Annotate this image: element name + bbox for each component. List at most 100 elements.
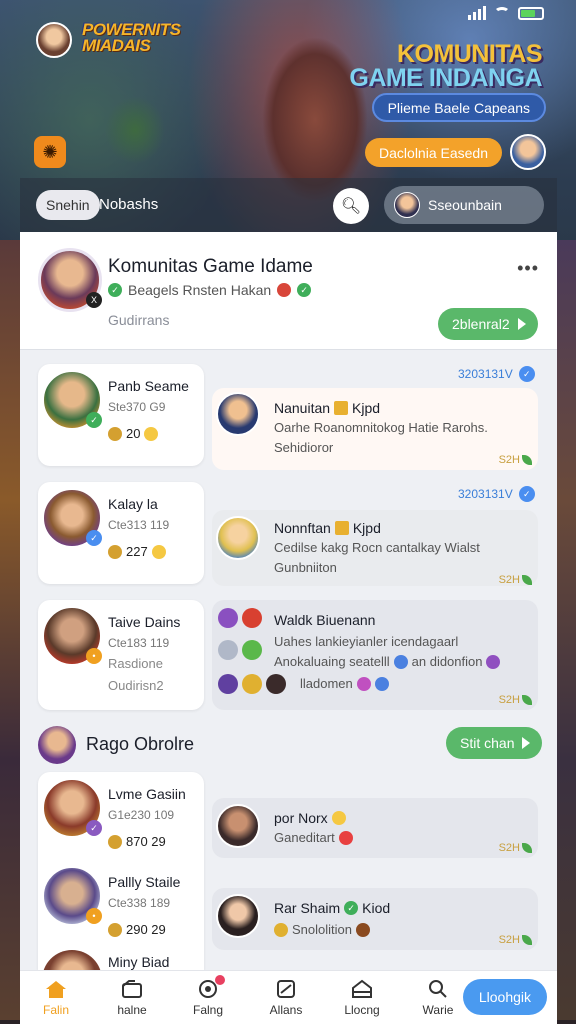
message-tag: Kjpd xyxy=(352,400,381,416)
message-avatar xyxy=(216,516,260,560)
message-body: Uahes lankieyianler icendagaarl Anokalua… xyxy=(274,632,501,672)
message-bubble[interactable]: Rar Shaim ✓ Kiod Snololition S2H xyxy=(212,888,538,950)
fire-icon xyxy=(277,283,292,297)
emoji-icon xyxy=(218,608,238,628)
group-join-button[interactable]: 2blenral2 xyxy=(438,308,538,340)
message-bubble[interactable]: por Norx Ganeditart S2H xyxy=(212,798,538,858)
flame-icon[interactable]: ✺ xyxy=(34,136,66,168)
message-body: Snololition xyxy=(274,920,370,940)
message-title: Nanuitan Kjpd xyxy=(274,400,380,416)
member-card[interactable]: ✓ Kalay la Cte313 119 227 xyxy=(38,482,204,584)
friend-avatar[interactable] xyxy=(510,134,546,170)
globe-icon xyxy=(374,676,389,691)
online-badge-icon: ✓ xyxy=(86,412,102,428)
message-sender: Rar Shaim xyxy=(274,900,341,916)
group-join-label: 2blenral2 xyxy=(452,316,510,332)
verified-icon: ✓ xyxy=(518,366,535,382)
message-reaction: S2H xyxy=(499,842,532,854)
member-meta-extra: Oudirisn2 xyxy=(108,678,164,693)
arrow-right-icon xyxy=(517,318,526,330)
heart-icon xyxy=(356,676,371,691)
nav-item-falng[interactable]: Falng xyxy=(178,975,238,1017)
message-body-line1: Cedilse kakg Rocn cantalkay Wialst xyxy=(274,540,480,555)
leaf-icon xyxy=(522,843,532,853)
member-card[interactable]: ✓ Panb Seame Ste370 G9 20 xyxy=(38,364,204,466)
message-reaction-text: S2H xyxy=(498,574,520,586)
promo-button-blue[interactable]: Plieme Baele Capeans xyxy=(371,93,546,122)
search-label[interactable]: Nobashs xyxy=(99,196,158,213)
member-row[interactable]: Miny Biad xyxy=(38,948,204,970)
member-card[interactable]: • Taive Dains Cte183 119 Rasdione Oudiri… xyxy=(38,600,204,710)
member-name: Miny Biad xyxy=(108,954,170,970)
message-reaction: S2H xyxy=(499,454,532,466)
member-name: Taive Dains xyxy=(108,614,181,630)
angry-icon xyxy=(338,831,353,845)
emoji-icon xyxy=(242,608,262,628)
message-bubble[interactable]: Nonnftan Kjpd Cedilse kakg Rocn cantalka… xyxy=(212,510,538,586)
group-category: Gudirrans xyxy=(108,312,170,328)
member-row[interactable]: ✓ Lvme Gasiin G1e230 109 870 29 xyxy=(38,772,204,858)
search-user-pill[interactable]: Sseounbain xyxy=(384,186,544,224)
login-button[interactable]: Lloohgik xyxy=(462,979,547,1015)
member-stat-value: 290 29 xyxy=(126,922,166,937)
nav-item-llocng[interactable]: Llocng xyxy=(332,979,392,1017)
nav-label: Llocng xyxy=(344,1003,380,1017)
message-body-line2: Gunbniiton xyxy=(274,560,337,575)
message-reaction: S2H xyxy=(499,694,532,706)
search-icon[interactable]: 🔍︎ xyxy=(333,188,369,224)
start-chat-button[interactable]: Stit chan xyxy=(446,727,543,759)
nav-item-warie[interactable]: Warie xyxy=(408,979,468,1017)
search-user-label: Sseounbain xyxy=(428,197,502,213)
more-options-icon[interactable]: ••• xyxy=(517,258,539,279)
message-title: Nonnftan Kjpd xyxy=(274,520,381,536)
message-body-line3: lladomen xyxy=(300,676,389,691)
message-avatar xyxy=(216,804,260,848)
member-avatar xyxy=(42,950,102,970)
member-stat-value: 227 xyxy=(126,544,148,559)
message-body-line2-text: Anokaluaing seatelll xyxy=(274,654,390,669)
search-icon xyxy=(427,979,449,999)
member-stat-value: 20 xyxy=(126,426,141,441)
profile-avatar[interactable] xyxy=(36,22,72,58)
status-badge-icon: • xyxy=(86,648,102,664)
game-logo: POWERNITS MIADAIS xyxy=(82,20,181,55)
verified-badge-icon: ✓ xyxy=(86,530,102,546)
trophy-icon xyxy=(108,426,122,441)
filter-chip[interactable]: Snehin xyxy=(36,190,100,220)
message-bubble[interactable]: Waldk Biuenann Uahes lankieyianler icend… xyxy=(212,600,538,710)
message-timestamp-text: 3203131V xyxy=(458,367,513,381)
message-body-line3-text: lladomen xyxy=(300,676,353,691)
message-reaction-text: S2H xyxy=(498,694,520,706)
emoji-icon xyxy=(242,674,262,694)
nav-label: Warie xyxy=(422,1003,454,1017)
message-reaction: S2H xyxy=(499,934,532,946)
section-avatar xyxy=(38,726,76,764)
member-name: Panb Seame xyxy=(108,378,189,394)
message-sender: Nonnftan xyxy=(274,520,331,536)
member-list-card: ✓ Lvme Gasiin G1e230 109 870 29 • Pallly… xyxy=(38,772,204,970)
trophy-icon xyxy=(108,922,122,937)
crown-icon xyxy=(334,401,349,415)
member-stat: 870 29 xyxy=(108,834,166,849)
group-title: Komunitas Game Idame xyxy=(108,256,313,277)
message-reaction-text: S2H xyxy=(498,934,520,946)
promo-button-orange[interactable]: Daclolnia Easedn xyxy=(365,138,502,167)
nav-item-home[interactable]: Falin xyxy=(26,979,86,1017)
member-meta: Cte338 189 xyxy=(108,896,171,910)
nav-item-allans[interactable]: Allans xyxy=(256,979,316,1017)
arrow-right-icon xyxy=(522,737,531,749)
group-subtitle: ✓ Beagels Rnsten Hakan ✓ xyxy=(108,282,312,298)
message-bubble[interactable]: Nanuitan Kjpd Oarhe Roanomnitokog Hatie … xyxy=(212,388,538,470)
nav-item-halne[interactable]: halne xyxy=(102,979,162,1017)
message-tag: Kjpd xyxy=(352,520,381,536)
verified-icon: ✓ xyxy=(108,283,122,297)
skull-icon xyxy=(486,655,501,669)
member-row[interactable]: • Pallly Staile Cte338 189 290 29 xyxy=(38,860,204,946)
smile-icon xyxy=(331,811,346,825)
leaf-icon xyxy=(522,695,532,705)
message-reaction-text: S2H xyxy=(498,454,520,466)
emoji-icon xyxy=(218,674,238,694)
check-icon: ✓ xyxy=(297,283,312,297)
member-name: Lvme Gasiin xyxy=(108,786,186,802)
group-badge-icon: X xyxy=(86,292,102,308)
